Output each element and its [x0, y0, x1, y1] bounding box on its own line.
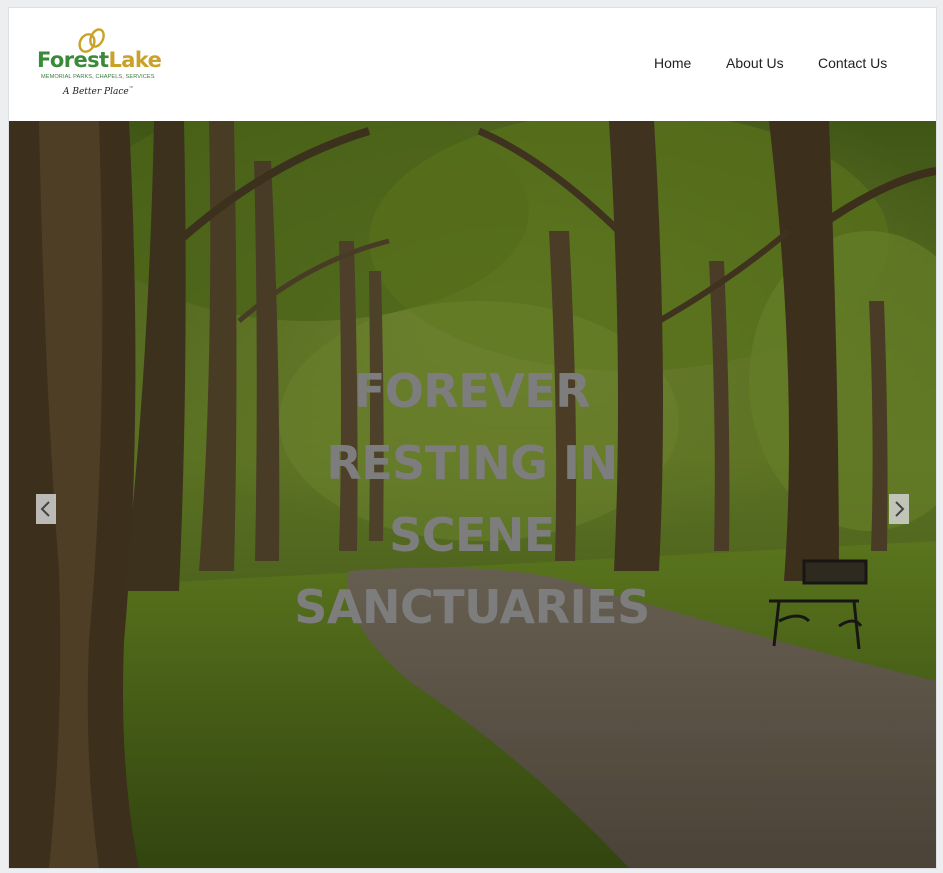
- slider-prev-button[interactable]: [36, 494, 56, 524]
- logo-wordmark: ForestLake: [37, 48, 162, 72]
- logo-slogan-text: A Better Place: [63, 87, 129, 97]
- forestlake-logo[interactable]: ForestLake MEMORIAL PARKS, CHAPELS, SERV…: [37, 26, 162, 104]
- logo-slogan: A Better Place™: [63, 86, 134, 97]
- logo-tagline: MEMORIAL PARKS, CHAPELS, SERVICES: [41, 74, 155, 80]
- hero-title-line-4: SANCTUARIES: [294, 580, 650, 634]
- hero-title: FOREVER RESTING IN SCENE SANCTUARIES: [222, 355, 722, 643]
- hero-title-line-1: FOREVER: [353, 364, 591, 418]
- nav-home[interactable]: Home: [654, 55, 691, 71]
- hero-title-line-2: RESTING IN: [326, 436, 618, 490]
- site-header: ForestLake MEMORIAL PARKS, CHAPELS, SERV…: [9, 8, 936, 121]
- nav-contact-us[interactable]: Contact Us: [818, 55, 887, 71]
- logo-word-lake: Lake: [108, 48, 162, 72]
- nav-about-us[interactable]: About Us: [726, 55, 784, 71]
- logo-word-forest: Forest: [37, 48, 109, 72]
- hero-title-line-3: SCENE: [389, 508, 555, 562]
- hero-slider: FOREVER RESTING IN SCENE SANCTUARIES: [9, 121, 936, 868]
- chevron-left-icon: [40, 501, 50, 517]
- page-frame: ForestLake MEMORIAL PARKS, CHAPELS, SERV…: [9, 8, 936, 868]
- logo-trademark: ™: [128, 86, 134, 92]
- slider-next-button[interactable]: [889, 494, 909, 524]
- chevron-right-icon: [895, 501, 905, 517]
